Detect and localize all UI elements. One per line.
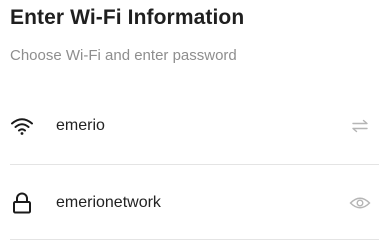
password-field[interactable]: emerionetwork — [0, 183, 379, 223]
page-subtitle: Choose Wi-Fi and enter password — [10, 47, 237, 64]
page-title: Enter Wi-Fi Information — [10, 6, 245, 29]
switch-network-icon[interactable] — [349, 115, 371, 137]
divider — [10, 239, 379, 240]
lock-icon — [10, 191, 34, 215]
wifi-network-name: emerio — [56, 117, 105, 134]
eye-icon[interactable] — [349, 192, 371, 214]
wifi-icon — [10, 114, 34, 138]
divider — [10, 164, 379, 165]
wifi-setup-screen: Enter Wi-Fi Information Choose Wi-Fi and… — [0, 0, 379, 242]
wifi-network-field[interactable]: emerio — [0, 106, 379, 146]
password-value: emerionetwork — [56, 194, 161, 211]
